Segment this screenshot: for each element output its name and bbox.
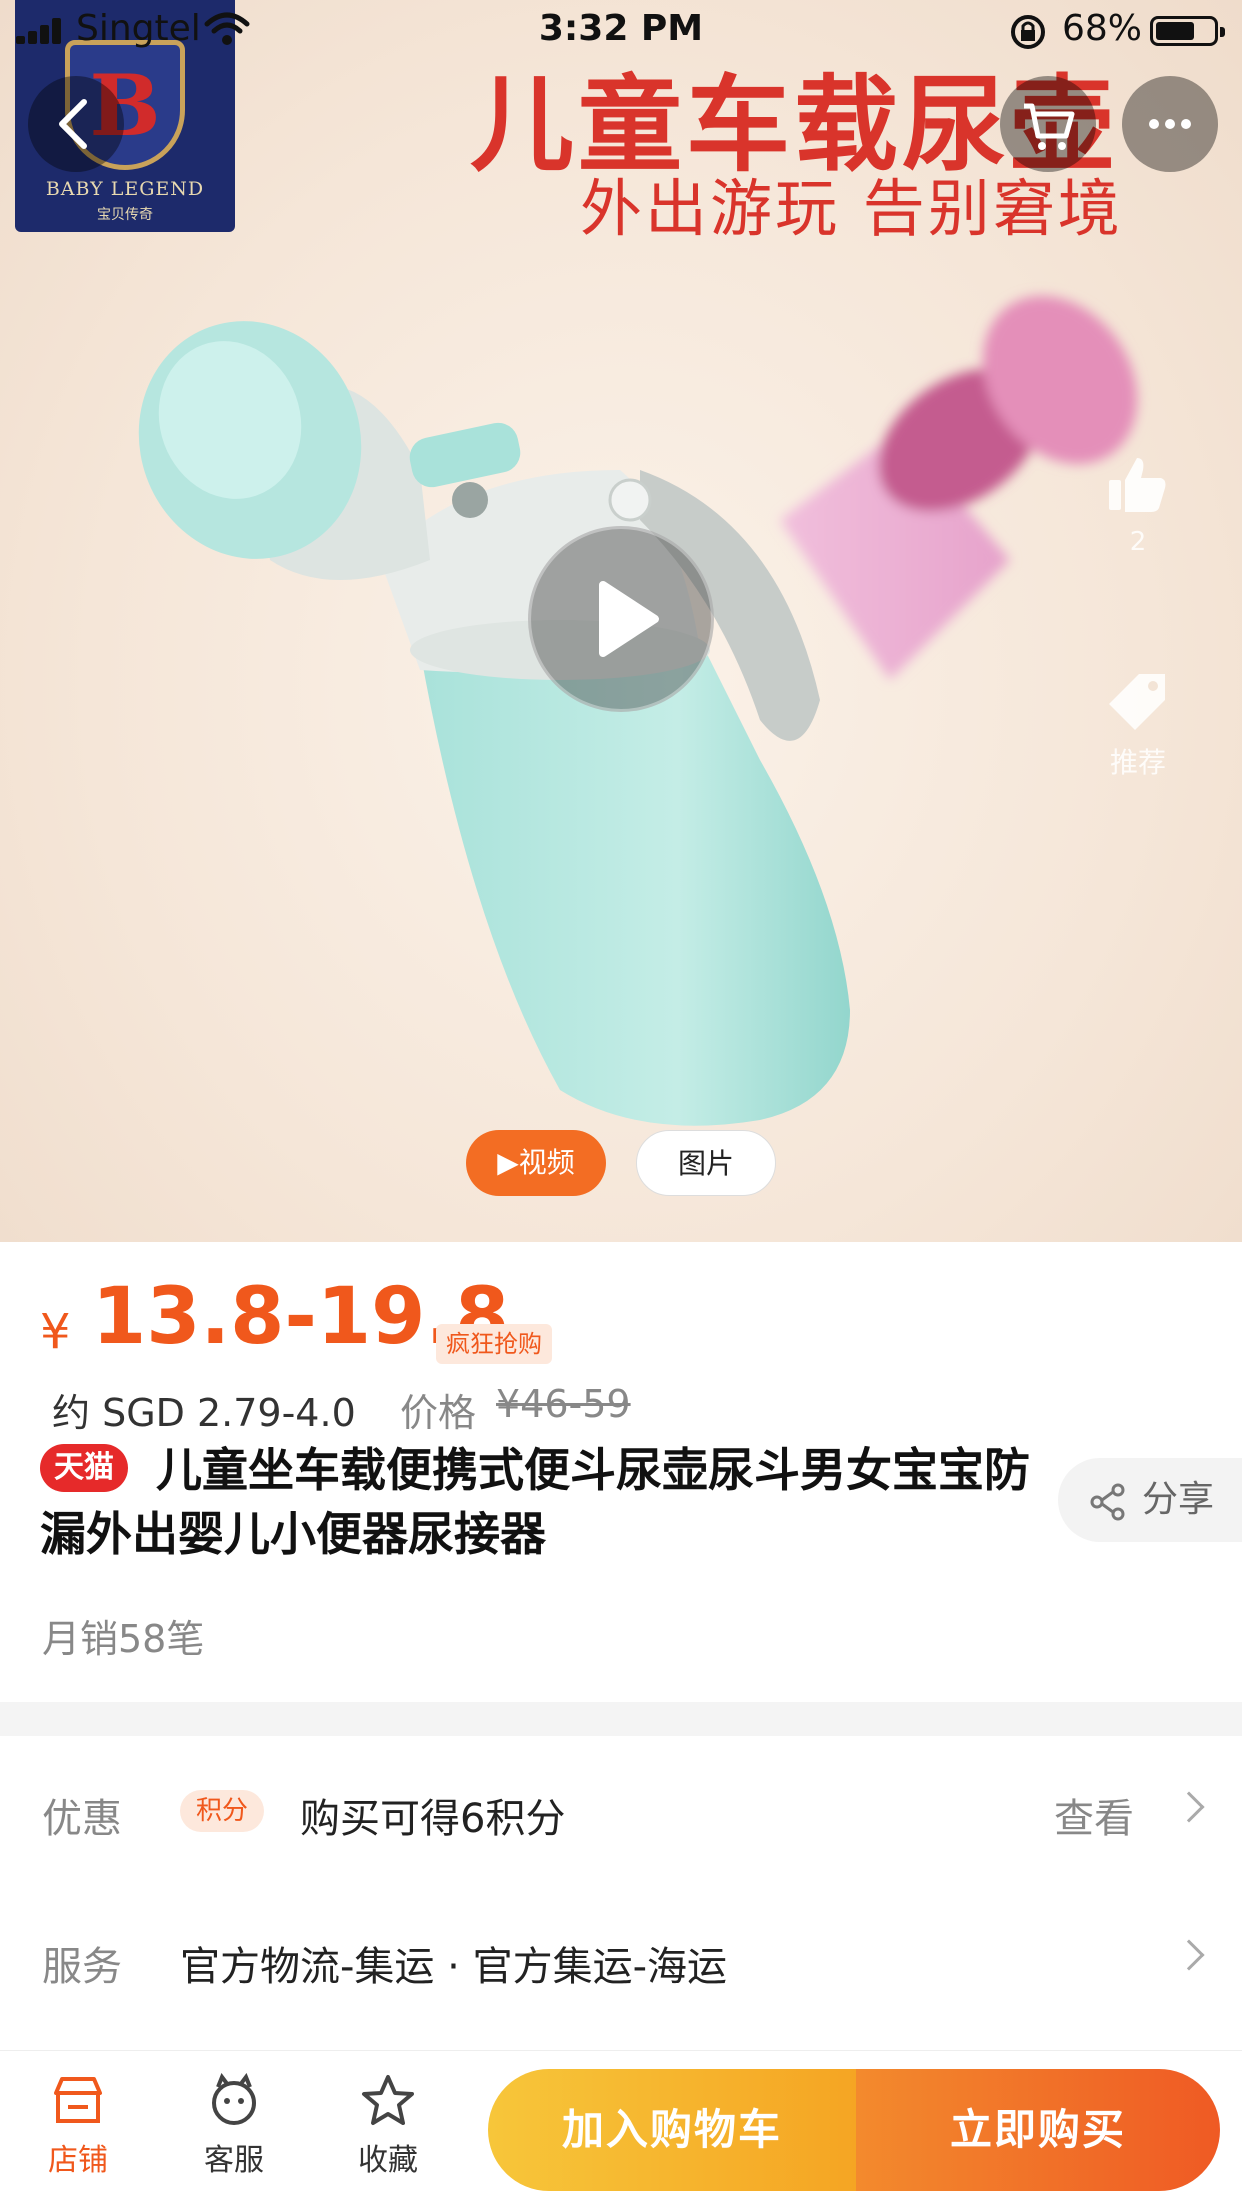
back-icon	[59, 99, 87, 149]
original-price-label: 价格	[400, 1391, 477, 1435]
product-hero-image[interactable]: Singtel 3:32 PM 68% B BABY LEGEND 宝贝传奇 儿…	[0, 0, 1242, 1242]
section-divider	[0, 1702, 1242, 1736]
brand-logo-subtitle: 宝贝传奇	[97, 207, 153, 223]
rotation-lock-icon	[1011, 15, 1045, 49]
image-tab[interactable]: 图片	[636, 1130, 776, 1196]
promo-badge: 疯狂抢购	[436, 1324, 552, 1364]
status-bar: Singtel 3:32 PM 68%	[0, 0, 1242, 60]
add-to-cart-button[interactable]: 加入购物车	[488, 2069, 856, 2191]
service-text: 官方物流-集运 · 官方集运-海运	[180, 1944, 728, 1990]
bottom-action-bar: 店铺 客服 收藏 加入购物车 立即购买	[0, 2050, 1242, 2208]
points-text: 购买可得6积分	[300, 1796, 566, 1842]
share-icon	[1090, 1483, 1125, 1521]
cart-button[interactable]	[1000, 76, 1096, 172]
favorite-tab[interactable]: 收藏	[328, 2073, 448, 2179]
price-section: ¥ 13.8-19.8 疯狂抢购 约 SGD 2.79-4.0 价格 ¥46-5…	[0, 1242, 1242, 1702]
like-button[interactable]: 2	[1100, 450, 1176, 557]
recommend-label: 推荐	[1109, 746, 1166, 779]
cart-icon	[1024, 103, 1075, 150]
points-badge: 积分	[180, 1790, 265, 1832]
video-tab[interactable]: ▶视频	[466, 1130, 606, 1196]
service-row[interactable]: 服务 官方物流-集运 · 官方集运-海运	[0, 1884, 1242, 2034]
chevron-right-icon	[1173, 1939, 1205, 1971]
battery-icon	[1150, 16, 1225, 46]
original-price: ¥46-59	[496, 1382, 631, 1426]
chevron-right-icon	[1173, 1791, 1205, 1823]
play-video-button[interactable]	[528, 526, 714, 712]
store-icon	[54, 2077, 102, 2123]
buy-now-button[interactable]: 立即购买	[856, 2069, 1220, 2191]
clock: 3:32 PM	[538, 8, 704, 49]
sgd-price: 约 SGD 2.79-4.0	[52, 1391, 356, 1435]
star-icon	[362, 2075, 414, 2125]
more-button[interactable]	[1122, 76, 1218, 172]
share-button[interactable]: 分享	[1058, 1458, 1242, 1542]
thumbs-up-icon	[1109, 458, 1166, 512]
store-label: 店铺	[48, 2143, 108, 2178]
battery-percentage: 68%	[1062, 8, 1143, 49]
like-count: 2	[1129, 527, 1147, 557]
more-icon	[1149, 119, 1191, 129]
store-tab[interactable]: 店铺	[18, 2073, 138, 2179]
battery-level	[1156, 22, 1195, 40]
favorite-label: 收藏	[358, 2143, 418, 2178]
currency-symbol: ¥	[40, 1304, 71, 1360]
view-link[interactable]: 查看	[1054, 1786, 1134, 1844]
promotion-row[interactable]: 优惠 积分 购买可得6积分 查看	[0, 1736, 1242, 1886]
back-button[interactable]	[28, 76, 124, 172]
play-icon	[599, 581, 659, 657]
share-label: 分享	[1142, 1479, 1215, 1520]
product-detail-page: Singtel 3:32 PM 68% B BABY LEGEND 宝贝传奇 儿…	[0, 0, 1242, 2208]
brand-logo-name: BABY LEGEND	[45, 178, 205, 200]
tag-icon	[1109, 674, 1165, 730]
promotion-label: 优惠	[42, 1796, 122, 1842]
monthly-sales: 月销58笔	[42, 1617, 205, 1661]
customer-service-label: 客服	[204, 2143, 264, 2178]
customer-service-icon	[212, 2073, 256, 2125]
recommend-button[interactable]: 推荐	[1100, 668, 1176, 781]
product-title: 儿童坐车载便携式便斗尿壶尿斗男女宝宝防漏外出婴儿小便器尿接器	[40, 1443, 1030, 1561]
service-label: 服务	[42, 1944, 122, 1990]
customer-service-tab[interactable]: 客服	[174, 2073, 294, 2179]
